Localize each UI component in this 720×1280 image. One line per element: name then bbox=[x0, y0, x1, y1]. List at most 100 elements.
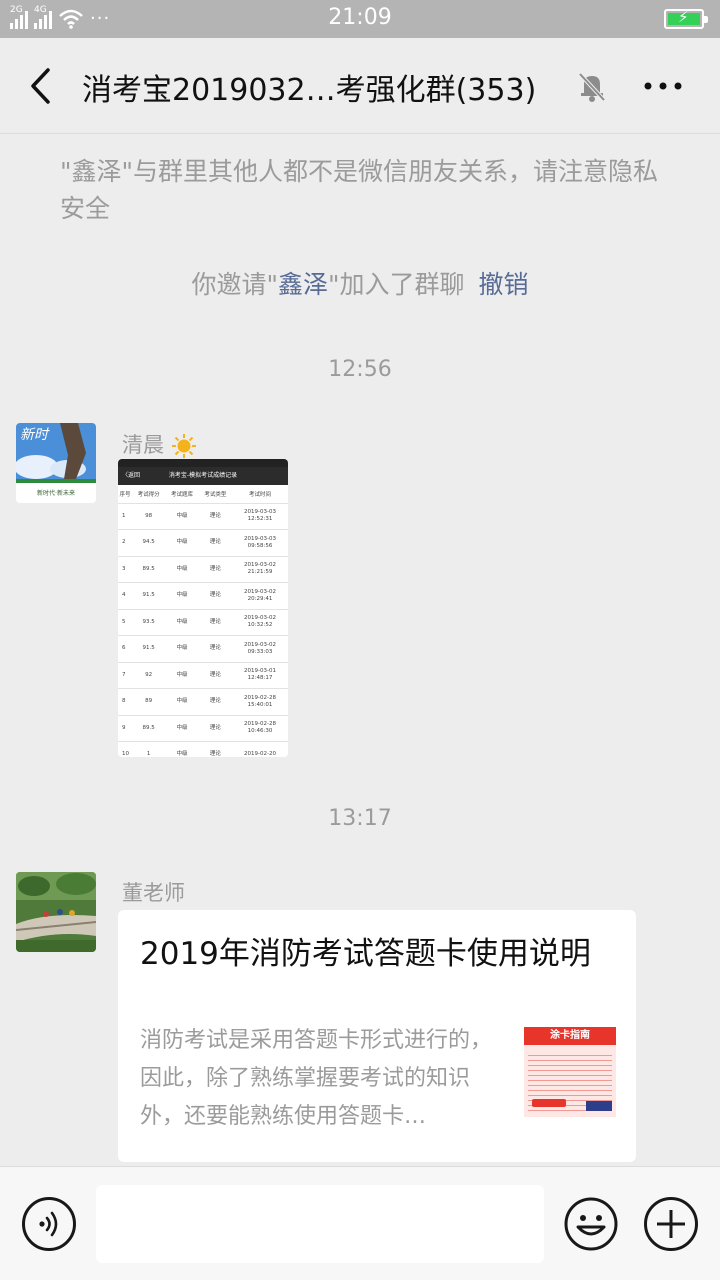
table-header: 考试题库 bbox=[165, 485, 199, 504]
invite-notice: 你邀请"鑫泽"加入了群聊 撤销 bbox=[0, 265, 720, 301]
table-cell: 93.5 bbox=[132, 609, 166, 636]
exam-time: 15:40:01 bbox=[247, 701, 273, 708]
exam-time: 10:46:30 bbox=[247, 728, 273, 735]
table-header: 序号 bbox=[118, 485, 132, 504]
more-functions-button[interactable] bbox=[644, 1197, 698, 1251]
invite-text: 你邀请" bbox=[191, 270, 278, 299]
table-cell: 89.5 bbox=[132, 715, 166, 742]
battery-charging-icon: ⚡ bbox=[664, 9, 708, 29]
input-bar bbox=[0, 1166, 720, 1280]
table-cell: 10 bbox=[118, 741, 132, 757]
table-cell: 2 bbox=[118, 529, 132, 557]
exam-date: 2019-03-01 bbox=[244, 668, 276, 675]
table-cell: 理论 bbox=[198, 582, 232, 610]
table-row: 1 98 中级 理论 2019-03-03 12:52:31 bbox=[118, 503, 288, 530]
status-time: 21:09 bbox=[328, 5, 392, 30]
table-cell: 91.5 bbox=[132, 635, 166, 663]
table-cell: 理论 bbox=[198, 609, 232, 636]
table-cell: 理论 bbox=[198, 662, 232, 689]
table-cell: 理论 bbox=[198, 715, 232, 742]
emoji-button[interactable] bbox=[564, 1197, 618, 1251]
avatar-caption: 新时代·新未来 bbox=[37, 489, 75, 497]
table-cell: 中级 bbox=[165, 582, 199, 610]
exam-date: 2019-02-28 bbox=[244, 721, 276, 728]
screenshot-title: 消考宝-模拟考试成绩记录 bbox=[168, 472, 238, 479]
table-row: 6 91.5 中级 理论 2019-03-02 09:33:03 bbox=[118, 635, 288, 663]
table-header: 考试得分 bbox=[132, 485, 166, 504]
avatar[interactable]: 新时 新时代·新未来 bbox=[16, 423, 96, 503]
table-cell: 89.5 bbox=[132, 556, 166, 583]
screenshot-status-bar bbox=[118, 459, 288, 467]
table-cell: 91.5 bbox=[132, 582, 166, 610]
table-cell-datetime: 2019-03-02 21:21:59 bbox=[232, 556, 288, 583]
table-row: 3 89.5 中级 理论 2019-03-02 21:21:59 bbox=[118, 556, 288, 583]
chat-title: 消考宝2019032…考强化群(353) bbox=[82, 73, 537, 108]
table-row: 10 1 中级 理论 2019-02-20 bbox=[118, 741, 288, 757]
table-row: 5 93.5 中级 理论 2019-03-02 10:32:52 bbox=[118, 609, 288, 636]
table-cell: 3 bbox=[118, 556, 132, 583]
exam-date: 2019-03-02 bbox=[244, 641, 276, 648]
table-cell: 1 bbox=[132, 741, 166, 757]
table-cell-datetime: 2019-03-02 09:33:03 bbox=[232, 635, 288, 663]
table-cell: 94.5 bbox=[132, 529, 166, 557]
exam-date: 2019-02-28 bbox=[244, 694, 276, 701]
table-cell-datetime: 2019-03-03 09:58:56 bbox=[232, 529, 288, 557]
avatar-image bbox=[16, 872, 96, 952]
table-body: 1 98 中级 理论 2019-03-03 12:52:31 2 94.5 中级 理论 2019-0… bbox=[118, 503, 288, 757]
table-row: 8 89 中级 理论 2019-02-28 15:40:01 bbox=[118, 688, 288, 716]
table-cell: 理论 bbox=[198, 503, 232, 530]
shared-screenshot-image[interactable]: 〈返回 消考宝-模拟考试成绩记录 序号 考试得分 考试题库 考试类型 考试时间 … bbox=[118, 459, 288, 757]
exam-date: 2019-03-03 bbox=[244, 509, 276, 516]
table-cell: 中级 bbox=[165, 556, 199, 583]
privacy-notice: "鑫泽"与群里其他人都不是微信朋友关系，请注意隐私安全 bbox=[60, 157, 659, 223]
link-card[interactable]: 2019年消防考试答题卡使用说明 消防考试是采用答题卡形式进行的，因此，除了熟练… bbox=[118, 910, 636, 1162]
table-cell: 7 bbox=[118, 662, 132, 689]
table-cell: 中级 bbox=[165, 662, 199, 689]
link-card-description: 消防考试是采用答题卡形式进行的，因此，除了熟练掌握要考试的知识外，还要能熟练使用… bbox=[140, 1028, 493, 1129]
avatar[interactable] bbox=[16, 872, 96, 952]
table-cell: 中级 bbox=[165, 609, 199, 636]
table-cell-datetime: 2019-02-28 10:46:30 bbox=[232, 715, 288, 742]
message-timestamp: 13:17 bbox=[328, 806, 392, 831]
table-cell: 中级 bbox=[165, 715, 199, 742]
table-row: 7 92 中级 理论 2019-03-01 12:48:17 bbox=[118, 662, 288, 689]
invitee-name[interactable]: 鑫泽 bbox=[278, 270, 328, 299]
table-cell: 8 bbox=[118, 688, 132, 716]
table-header: 考试时间 bbox=[232, 485, 288, 504]
back-button[interactable] bbox=[24, 64, 60, 108]
exam-date: 2019-02-20 bbox=[244, 751, 276, 757]
table-cell: 理论 bbox=[198, 635, 232, 663]
table-cell: 理论 bbox=[198, 688, 232, 716]
table-cell: 中级 bbox=[165, 529, 199, 557]
more-options-button[interactable] bbox=[640, 66, 686, 106]
thumbnail-stamp bbox=[532, 1099, 566, 1107]
voice-input-button[interactable] bbox=[22, 1197, 76, 1251]
table-cell-datetime: 2019-02-28 15:40:01 bbox=[232, 688, 288, 716]
table-cell: 理论 bbox=[198, 556, 232, 583]
plus-icon bbox=[657, 1210, 685, 1238]
chat-messages[interactable]: "鑫泽"与群里其他人都不是微信朋友关系，请注意隐私安全 你邀请"鑫泽"加入了群聊… bbox=[0, 135, 720, 1165]
chat-header: 消考宝2019032…考强化群(353) bbox=[0, 38, 720, 134]
table-cell: 中级 bbox=[165, 688, 199, 716]
table-row: 9 89.5 中级 理论 2019-02-28 10:46:30 bbox=[118, 715, 288, 742]
table-cell: 5 bbox=[118, 609, 132, 636]
table-cell: 中级 bbox=[165, 635, 199, 663]
sender-name-text: 清晨 bbox=[122, 433, 164, 457]
table-row: 2 94.5 中级 理论 2019-03-03 09:58:56 bbox=[118, 529, 288, 557]
exam-date: 2019-03-02 bbox=[244, 615, 276, 622]
screenshot-header: 〈返回 消考宝-模拟考试成绩记录 bbox=[118, 467, 288, 485]
exam-time: 12:48:17 bbox=[247, 675, 273, 682]
table-cell: 中级 bbox=[165, 503, 199, 530]
table-cell: 理论 bbox=[198, 529, 232, 557]
exam-date: 2019-03-02 bbox=[244, 562, 276, 569]
table-cell: 92 bbox=[132, 662, 166, 689]
table-cell: 4 bbox=[118, 582, 132, 610]
exam-date: 2019-03-03 bbox=[244, 535, 276, 542]
table-cell: 98 bbox=[132, 503, 166, 530]
revoke-link[interactable]: 撤销 bbox=[479, 270, 529, 299]
table-cell-datetime: 2019-03-01 12:48:17 bbox=[232, 662, 288, 689]
sun-icon bbox=[171, 434, 196, 458]
message-input[interactable] bbox=[96, 1185, 544, 1263]
sender-name: 董老师 bbox=[122, 881, 185, 905]
score-record-table: 序号 考试得分 考试题库 考试类型 考试时间 1 98 中级 理论 2019-03-03… bbox=[118, 485, 288, 757]
